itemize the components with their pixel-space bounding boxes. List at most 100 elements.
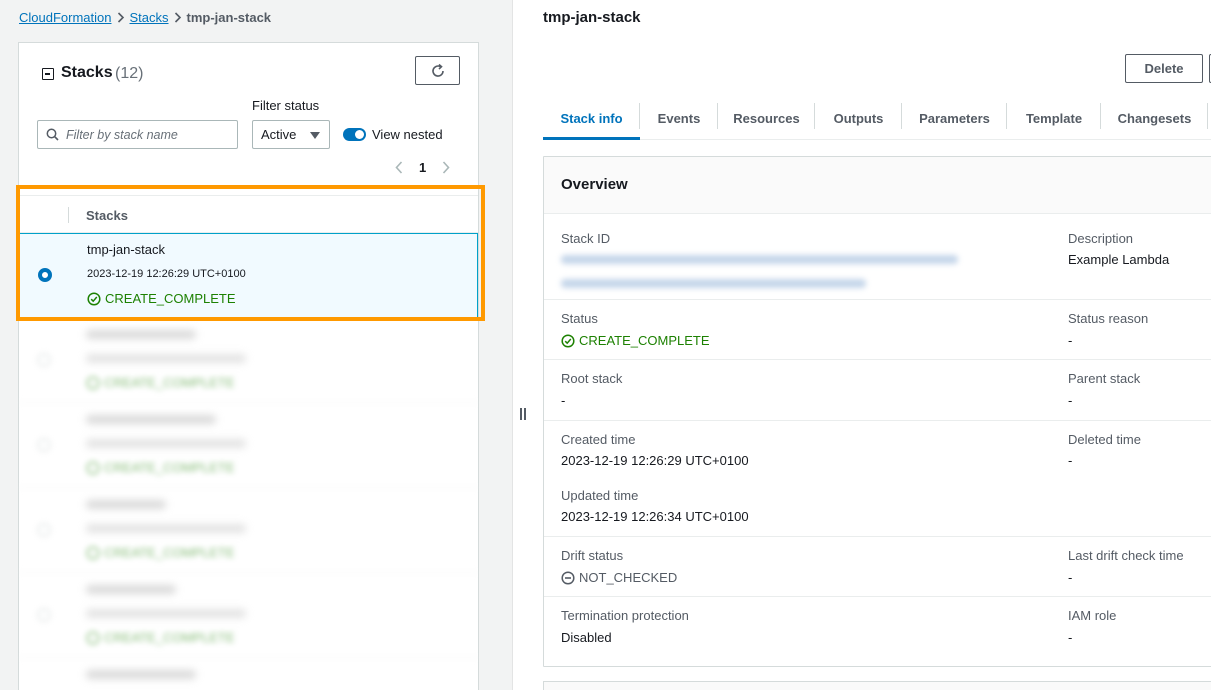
panel-resize-handle[interactable] — [519, 408, 527, 420]
stack-status: CREATE_COMPLETE — [86, 630, 235, 645]
view-nested-toggle[interactable] — [343, 128, 366, 141]
breadcrumb-stacks[interactable]: Stacks — [130, 10, 169, 25]
refresh-button[interactable] — [415, 56, 460, 85]
redacted-stack-id — [561, 279, 866, 288]
stacks-sidebar: CloudFormation Stacks tmp-jan-stack Stac… — [0, 0, 513, 690]
drift-status-value: NOT_CHECKED — [561, 570, 677, 585]
last-drift-label: Last drift check time — [1068, 548, 1184, 563]
created-time-label: Created time — [561, 432, 636, 447]
detail-tabs: Stack info Events Resources Outputs Para… — [543, 97, 1211, 140]
root-stack-value: - — [561, 393, 566, 408]
root-stack-label: Root stack — [561, 371, 623, 386]
row-radio[interactable] — [37, 608, 51, 622]
refresh-icon — [431, 63, 444, 77]
success-icon — [87, 291, 101, 306]
tab-outputs[interactable]: Outputs — [815, 97, 902, 139]
collapse-icon[interactable] — [42, 68, 54, 80]
iam-role-value: - — [1068, 630, 1073, 645]
status-reason-label: Status reason — [1068, 311, 1149, 326]
tab-changesets[interactable]: Changesets — [1101, 97, 1208, 139]
tab-stack-info[interactable]: Stack info — [543, 97, 640, 140]
delete-button[interactable]: Delete — [1125, 54, 1203, 83]
search-box — [37, 120, 238, 149]
page-number[interactable]: 1 — [419, 160, 426, 175]
caret-down-icon — [310, 132, 320, 139]
table-row[interactable]: tmp-jan-stack 2023-12-19 12:26:29 UTC+01… — [19, 233, 478, 318]
tab-resources[interactable]: Resources — [718, 97, 815, 139]
status-reason-value: - — [1068, 333, 1073, 348]
success-icon — [561, 333, 575, 348]
not-checked-icon — [561, 570, 575, 585]
stack-status: CREATE_COMPLETE — [86, 375, 235, 390]
next-panel — [543, 681, 1211, 690]
stack-status: CREATE_COMPLETE — [86, 460, 235, 475]
redacted-date — [86, 439, 246, 448]
stack-id-label: Stack ID — [561, 231, 611, 246]
stack-status-text: CREATE_COMPLETE — [104, 460, 235, 475]
table-row[interactable]: CREATE_COMPLETE — [19, 403, 478, 488]
redacted-date — [86, 354, 246, 363]
breadcrumb: CloudFormation Stacks tmp-jan-stack — [19, 9, 271, 25]
success-icon — [86, 545, 100, 560]
tab-parameters[interactable]: Parameters — [902, 97, 1007, 139]
created-time-value: 2023-12-19 12:26:29 UTC+0100 — [561, 453, 749, 468]
tab-template[interactable]: Template — [1007, 97, 1101, 139]
success-icon — [86, 375, 100, 390]
column-divider — [68, 207, 69, 223]
table-row[interactable]: CREATE_COMPLETE — [19, 318, 478, 403]
description-value: Example Lambda — [1068, 252, 1170, 267]
stack-count: (12) — [115, 65, 144, 82]
redacted-name — [86, 500, 166, 509]
stack-name: tmp-jan-stack — [87, 242, 166, 257]
overview-title: Overview — [561, 176, 628, 193]
column-header-stacks[interactable]: Stacks — [86, 208, 128, 223]
table-row[interactable] — [19, 658, 478, 690]
filter-status-select[interactable]: Active — [252, 120, 330, 149]
row-radio[interactable] — [37, 438, 51, 452]
status-value: CREATE_COMPLETE — [561, 333, 710, 348]
success-icon — [86, 460, 100, 475]
view-nested-label: View nested — [372, 127, 443, 142]
pagination: 1 — [395, 158, 450, 176]
redacted-date — [86, 609, 246, 618]
termination-protection-label: Termination protection — [561, 608, 689, 623]
success-icon — [86, 630, 100, 645]
stack-status: CREATE_COMPLETE — [86, 545, 235, 560]
deleted-time-value: - — [1068, 453, 1073, 468]
updated-time-value: 2023-12-19 12:26:34 UTC+0100 — [561, 509, 749, 524]
row-radio[interactable] — [38, 268, 52, 282]
redacted-date — [86, 524, 246, 533]
deleted-time-label: Deleted time — [1068, 432, 1141, 447]
table-row[interactable]: CREATE_COMPLETE — [19, 573, 478, 658]
stack-detail-title: tmp-jan-stack — [543, 9, 641, 26]
panel-title: Stacks — [61, 64, 113, 81]
updated-time-label: Updated time — [561, 488, 639, 503]
stack-status: CREATE_COMPLETE — [87, 291, 236, 306]
row-radio[interactable] — [37, 523, 51, 537]
search-input[interactable] — [66, 124, 234, 145]
parent-stack-value: - — [1068, 393, 1073, 408]
redacted-name — [86, 670, 196, 679]
redacted-name — [86, 330, 196, 339]
chevron-left-icon[interactable] — [395, 160, 403, 174]
termination-protection-value: Disabled — [561, 630, 612, 645]
tab-events[interactable]: Events — [640, 97, 718, 139]
chevron-right-icon[interactable] — [442, 160, 450, 174]
drift-status-text: NOT_CHECKED — [579, 570, 678, 585]
stack-status-text: CREATE_COMPLETE — [105, 291, 236, 306]
overview-panel: Overview Stack ID Description Example La… — [543, 156, 1211, 667]
table-row[interactable]: CREATE_COMPLETE — [19, 488, 478, 573]
stack-status-text: CREATE_COMPLETE — [104, 630, 235, 645]
stack-created: 2023-12-19 12:26:29 UTC+0100 — [87, 268, 246, 280]
stack-status-text: CREATE_COMPLETE — [104, 545, 235, 560]
status-text: CREATE_COMPLETE — [579, 333, 710, 348]
chevron-right-icon — [112, 11, 130, 23]
redacted-stack-id — [561, 255, 958, 264]
stacks-panel: Stacks (12) Filter status Active View ne… — [18, 42, 479, 690]
redacted-name — [86, 585, 176, 594]
filter-status-value: Active — [261, 127, 297, 142]
redacted-name — [86, 415, 216, 424]
breadcrumb-cloudformation[interactable]: CloudFormation — [19, 10, 112, 25]
row-radio[interactable] — [37, 353, 51, 367]
last-drift-value: - — [1068, 570, 1073, 585]
